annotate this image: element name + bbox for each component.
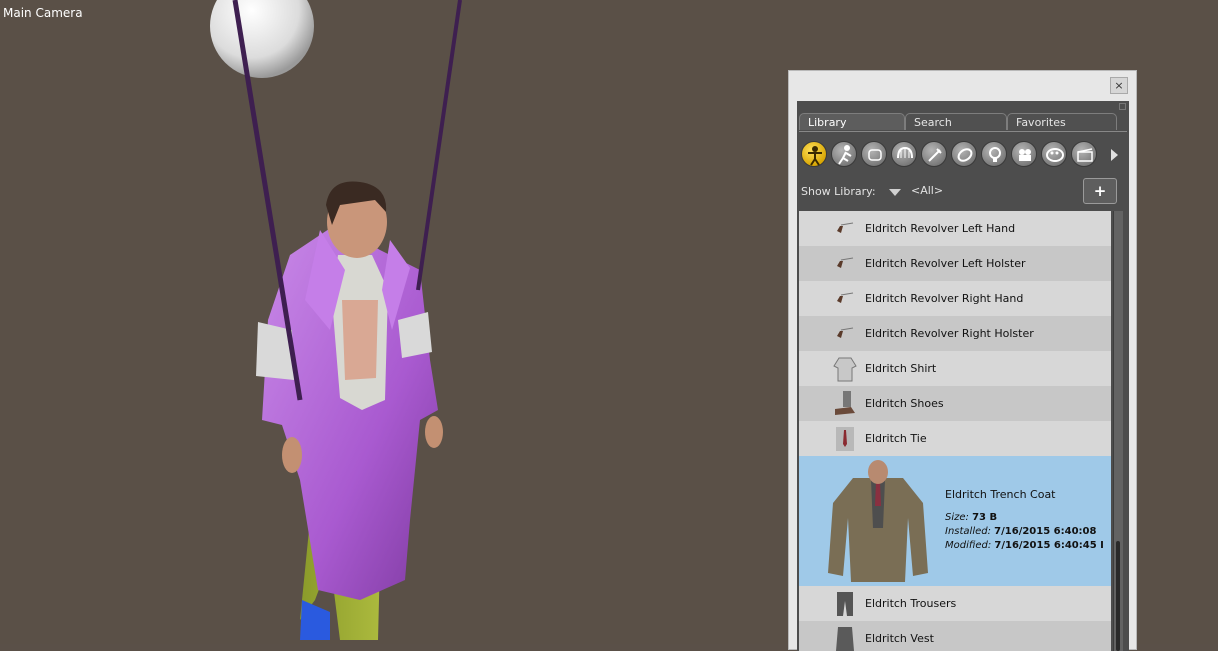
selected-item-title: Eldritch Trench Coat: [945, 488, 1056, 501]
trousers-icon: [837, 592, 853, 616]
list-item[interactable]: Eldritch Shirt: [799, 351, 1111, 386]
light-sphere: [210, 0, 314, 78]
figures-icon[interactable]: [801, 141, 827, 167]
list-item[interactable]: Eldritch Trousers: [799, 586, 1111, 621]
list-item-label: Eldritch Trousers: [865, 597, 957, 610]
library-window: × Library Search Favorites Show Library:…: [788, 70, 1137, 651]
list-item-selected[interactable]: Eldritch Trench Coat Size: 73 B Installe…: [799, 456, 1111, 586]
shoes-icon: [835, 391, 855, 415]
cameras-icon[interactable]: [1011, 141, 1037, 167]
list-item[interactable]: Eldritch Tie: [799, 421, 1111, 456]
revolver-icon: [837, 257, 854, 268]
tab-search[interactable]: Search: [905, 113, 1007, 130]
close-button[interactable]: ×: [1110, 77, 1128, 94]
expressions-icon[interactable]: [861, 141, 887, 167]
hair-icon[interactable]: [891, 141, 917, 167]
shirt-icon: [833, 357, 857, 382]
show-library-label: Show Library:: [801, 185, 876, 198]
size-info: Size: 73 B: [945, 512, 998, 523]
list-item-label: Eldritch Tie: [865, 432, 927, 445]
list-item[interactable]: Eldritch Revolver Left Hand: [799, 211, 1111, 246]
list-item[interactable]: Eldritch Revolver Right Hand: [799, 281, 1111, 316]
list-item-label: Eldritch Revolver Left Holster: [865, 257, 1026, 270]
installed-info: Installed: 7/16/2015 6:40:08: [945, 526, 1097, 537]
list-item-label: Eldritch Revolver Right Hand: [865, 292, 1024, 305]
resize-handle[interactable]: [1119, 103, 1126, 110]
props-icon[interactable]: [921, 141, 947, 167]
list-item-label: Eldritch Shoes: [865, 397, 944, 410]
add-folder-button[interactable]: +: [1083, 178, 1117, 204]
list-item[interactable]: Eldritch Vest: [799, 621, 1111, 651]
list-item[interactable]: Eldritch Revolver Right Holster: [799, 316, 1111, 351]
list-item[interactable]: Eldritch Revolver Left Holster: [799, 246, 1111, 281]
category-icon-bar: [801, 141, 1125, 169]
library-list: Eldritch Revolver Left Hand Eldritch Rev…: [799, 211, 1111, 651]
tab-favorites[interactable]: Favorites: [1007, 113, 1117, 130]
materials-icon[interactable]: [1041, 141, 1067, 167]
poses-icon[interactable]: [831, 141, 857, 167]
modified-info: Modified: 7/16/2015 6:40:45 I: [945, 540, 1104, 551]
list-item-label: Eldritch Revolver Right Holster: [865, 327, 1034, 340]
revolver-icon: [837, 222, 854, 233]
tab-bar: Library Search Favorites: [799, 113, 1127, 132]
more-categories-arrow-icon[interactable]: [1111, 149, 1118, 161]
show-library-dropdown-icon[interactable]: [889, 189, 901, 196]
library-panel: Library Search Favorites Show Library: <…: [797, 101, 1129, 651]
lights-icon[interactable]: [981, 141, 1007, 167]
list-item-label: Eldritch Vest: [865, 632, 934, 645]
list-item[interactable]: Eldritch Shoes: [799, 386, 1111, 421]
trench-coat-thumbnail: [813, 458, 943, 582]
show-library-value[interactable]: <All>: [911, 184, 943, 197]
scenes-icon[interactable]: [1071, 141, 1097, 167]
vest-icon: [836, 627, 854, 651]
scrollbar-thumb[interactable]: [1116, 541, 1120, 651]
list-item-label: Eldritch Shirt: [865, 362, 937, 375]
revolver-icon: [837, 327, 854, 338]
list-item-label: Eldritch Revolver Left Hand: [865, 222, 1016, 235]
tab-library[interactable]: Library: [799, 113, 905, 130]
tie-icon: [836, 427, 854, 451]
revolver-icon: [837, 292, 854, 303]
list-scrollbar[interactable]: [1113, 211, 1123, 651]
wardrobe-icon[interactable]: [951, 141, 977, 167]
scene-figure[interactable]: [0, 0, 780, 644]
